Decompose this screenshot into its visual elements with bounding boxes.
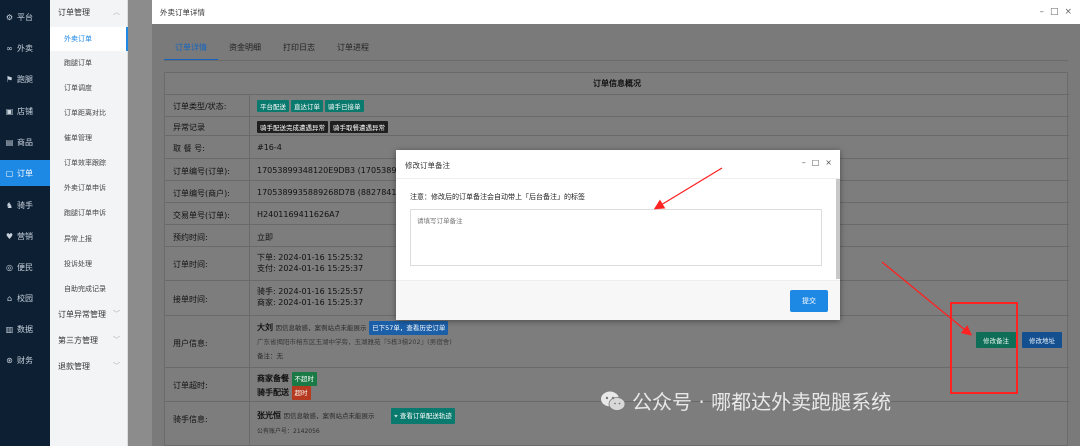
minimize-icon[interactable]: – xyxy=(1039,7,1044,17)
dialog-note: 注意：修改后的订单备注会自动带上「后台备注」的标签 xyxy=(410,193,585,201)
service-icon: ◎ xyxy=(6,262,13,272)
window-titlebar: 外卖订单详情 – □ × xyxy=(152,0,1080,24)
goods-icon: ▤ xyxy=(5,137,14,147)
tab-order-detail[interactable]: 订单详情 xyxy=(164,38,218,61)
status-badge: 骑手已接单 xyxy=(325,100,364,112)
submenu-item-errand-order[interactable]: 跑腿订单 xyxy=(50,51,128,75)
chevron-up-icon: ︿ xyxy=(113,8,120,16)
table-row: 用户信息: 大刘 因信息敏感，案例站点未能展示 已下57单，查看历史订单 广东省… xyxy=(165,316,1069,368)
table-header: 订单信息概况 xyxy=(165,73,1069,95)
nav-item-data[interactable]: ▥ 数据 xyxy=(0,316,50,342)
tab-order-progress[interactable]: 订单进程 xyxy=(326,38,380,61)
table-row: 异常记录 骑手配送完成遭遇异常 骑手取餐遭遇异常 xyxy=(165,117,1069,136)
submenu-item-efficiency[interactable]: 订单效率跟踪 xyxy=(50,151,128,175)
tab-print-log[interactable]: 打印日志 xyxy=(272,38,326,61)
status-badge: 直达订单 xyxy=(291,100,323,112)
nav-item-platform[interactable]: ⚙ 平台 xyxy=(0,4,50,30)
watermark: 公众号 · 哪都达外卖跑腿系统 xyxy=(600,386,891,415)
flag-icon: ⚑ xyxy=(5,74,14,84)
submenu-group-third-party[interactable]: 第三方管理 ﹀ xyxy=(50,328,128,352)
submenu-group-exception[interactable]: 订单异常管理 ﹀ xyxy=(50,302,128,326)
exception-badge: 骑手取餐遭遇异常 xyxy=(330,121,388,133)
window-title: 外卖订单详情 xyxy=(160,7,205,17)
nav-item-order[interactable]: ▢ 订单 xyxy=(0,160,50,186)
maximize-icon[interactable]: □ xyxy=(812,158,820,167)
dialog-title: 修改订单备注 xyxy=(405,161,450,170)
map-icon: ⌖ xyxy=(394,412,398,420)
chevron-down-icon: ﹀ xyxy=(113,336,120,344)
exception-badge: 骑手配送完成遭遇异常 xyxy=(257,121,328,133)
dialog-footer: 提交 xyxy=(396,280,840,320)
main-nav: ⚙ 平台 ∞ 外卖 ⚑ 跑腿 ▣ 店铺 ▤ 商品 ▢ 订单 ♞ 骑手 ♥ 营销 ◎ 便民 ⌂ 校园 … xyxy=(0,0,50,446)
rider-track-button[interactable]: ⌖ 查看订单配送轨迹 xyxy=(391,408,455,424)
submenu-item-takeout-appeal[interactable]: 外卖订单申诉 xyxy=(50,176,128,200)
chevron-down-icon: ﹀ xyxy=(113,362,120,370)
nav-item-goods[interactable]: ▤ 商品 xyxy=(0,129,50,155)
detail-tabs: 订单详情 资金明细 打印日志 订单进程 xyxy=(164,38,380,61)
not-overtime-badge: 不超时 xyxy=(291,372,318,386)
nav-item-takeout[interactable]: ∞ 外卖 xyxy=(0,35,50,61)
order-icon: ▢ xyxy=(5,168,14,178)
dialog-scrollbar[interactable] xyxy=(836,179,840,279)
tabs-divider xyxy=(164,60,1068,61)
gear-icon: ⚙ xyxy=(5,12,14,22)
store-icon: ▣ xyxy=(5,106,14,116)
nav-item-rider[interactable]: ♞ 骑手 xyxy=(0,192,50,218)
nav-item-finance[interactable]: ⊛ 财务 xyxy=(0,347,50,373)
submenu-item-complaint[interactable]: 投诉处理 xyxy=(50,252,128,276)
chevron-down-icon: ﹀ xyxy=(113,310,120,318)
nav-item-errand[interactable]: ⚑ 跑腿 xyxy=(0,66,50,92)
submenu-item-self-complete[interactable]: 自助完成记录 xyxy=(50,277,128,301)
submit-button[interactable]: 提交 xyxy=(790,290,828,312)
nav-item-service[interactable]: ◎ 便民 xyxy=(0,254,50,280)
tab-funds[interactable]: 资金明细 xyxy=(218,38,272,61)
close-icon[interactable]: × xyxy=(825,158,832,167)
highlight-box xyxy=(950,302,1018,394)
history-orders-link[interactable]: 已下57单，查看历史订单 xyxy=(369,321,449,335)
sub-menu: 订单管理 ︿ 外卖订单 跑腿订单 订单调度 订单距离对比 催单管理 订单效率跟踪 … xyxy=(50,0,128,446)
submenu-item-dispatch[interactable]: 订单调度 xyxy=(50,76,128,100)
submenu-item-takeout-order[interactable]: 外卖订单 xyxy=(50,27,128,51)
order-note-input[interactable] xyxy=(410,209,822,266)
campus-icon: ⌂ xyxy=(6,293,13,303)
submenu-item-distance[interactable]: 订单距离对比 xyxy=(50,101,128,125)
overtime-badge: 超时 xyxy=(291,386,311,400)
table-row: 订单类型/状态: 平台配送 直达订单 骑手已接单 xyxy=(165,95,1069,117)
close-icon[interactable]: × xyxy=(1064,7,1072,17)
chart-icon: ▥ xyxy=(5,324,14,334)
submenu-item-urge[interactable]: 催单管理 xyxy=(50,126,128,150)
people-icon: ∞ xyxy=(6,43,13,53)
nav-item-marketing[interactable]: ♥ 营销 xyxy=(0,223,50,249)
rider-icon: ♞ xyxy=(5,200,14,210)
minimize-icon[interactable]: – xyxy=(802,158,806,167)
nav-item-store[interactable]: ▣ 店铺 xyxy=(0,98,50,124)
wechat-icon xyxy=(601,391,626,411)
submenu-item-exception-report[interactable]: 异常上报 xyxy=(50,227,128,251)
edit-note-dialog: 修改订单备注 – □ × 注意：修改后的订单备注会自动带上「后台备注」的标签 提… xyxy=(396,150,840,320)
submenu-group-order-manage[interactable]: 订单管理 ︿ xyxy=(50,0,128,24)
submenu-item-errand-appeal[interactable]: 跑腿订单申诉 xyxy=(50,201,128,225)
submenu-group-refund[interactable]: 退款管理 ﹀ xyxy=(50,354,128,378)
finance-icon: ⊛ xyxy=(6,355,13,365)
status-badge: 平台配送 xyxy=(257,100,289,112)
maximize-icon[interactable]: □ xyxy=(1050,7,1059,17)
marketing-icon: ♥ xyxy=(5,231,14,241)
edit-address-button[interactable]: 修改地址 xyxy=(1022,332,1062,348)
nav-item-campus[interactable]: ⌂ 校园 xyxy=(0,285,50,311)
